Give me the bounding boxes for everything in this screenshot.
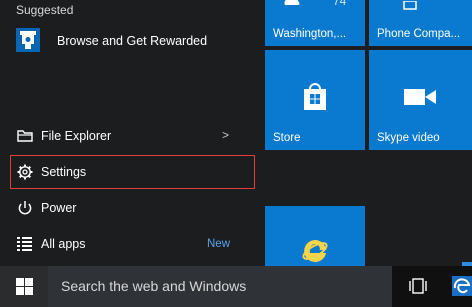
power-icon bbox=[16, 199, 34, 217]
phone-companion-label: Phone Compa... bbox=[377, 28, 461, 40]
start-button[interactable] bbox=[0, 266, 48, 307]
power-item[interactable] bbox=[0, 191, 265, 225]
new-badge: New bbox=[207, 238, 231, 250]
weather-city: Washington,... bbox=[273, 28, 347, 40]
rewards-app-icon bbox=[16, 28, 40, 52]
cloud-icon bbox=[283, 0, 301, 5]
start-menu-tiles-pane: 74° Washington,... Phone Compa... Store bbox=[265, 0, 472, 266]
folder-icon bbox=[16, 127, 34, 145]
suggested-heading: Suggested bbox=[16, 3, 74, 17]
internet-explorer-tile[interactable] bbox=[265, 206, 365, 266]
power-label: Power bbox=[41, 201, 77, 215]
start-menu-left-pane: Suggested Browse and Get Rewarded File E… bbox=[0, 0, 265, 266]
store-tile[interactable]: Store bbox=[265, 50, 365, 150]
search-box[interactable]: Search the web and Windows bbox=[48, 266, 392, 307]
weather-temp: 74° bbox=[333, 0, 352, 8]
phone-icon bbox=[403, 0, 417, 10]
edge-icon[interactable] bbox=[452, 274, 472, 298]
internet-explorer-icon bbox=[301, 236, 329, 266]
store-label: Store bbox=[273, 132, 301, 144]
file-explorer-label: File Explorer bbox=[41, 129, 112, 143]
skype-video-tile[interactable]: Skype video bbox=[369, 50, 472, 150]
windows-logo-icon bbox=[16, 278, 33, 295]
skype-video-label: Skype video bbox=[377, 132, 440, 144]
phone-companion-tile[interactable]: Phone Compa... bbox=[369, 0, 472, 46]
store-bag-icon bbox=[299, 80, 331, 112]
gear-icon bbox=[16, 163, 34, 181]
all-apps-label: All apps bbox=[41, 237, 86, 251]
suggested-app-label: Browse and Get Rewarded bbox=[57, 34, 208, 48]
list-icon bbox=[16, 235, 34, 253]
settings-label: Settings bbox=[41, 165, 87, 179]
taskbar: Search the web and Windows bbox=[0, 266, 472, 307]
weather-tile[interactable]: 74° Washington,... bbox=[265, 0, 365, 46]
chevron-right-icon[interactable]: > bbox=[222, 128, 229, 142]
task-view-icon[interactable] bbox=[408, 277, 428, 295]
search-placeholder: Search the web and Windows bbox=[61, 278, 247, 294]
video-camera-icon bbox=[403, 86, 437, 108]
